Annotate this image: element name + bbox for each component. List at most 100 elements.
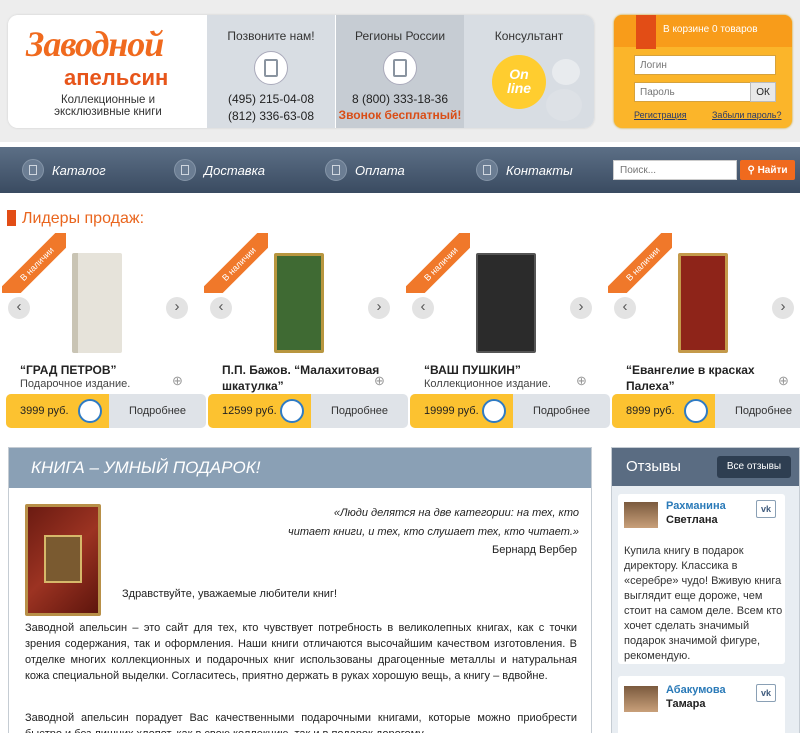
- more-button[interactable]: Подробнее: [513, 394, 610, 428]
- search-button-label: Найти: [757, 164, 788, 176]
- quote: «Люди делятся на две категории: на тех, …: [279, 504, 579, 542]
- add-to-cart-icon[interactable]: [482, 399, 506, 423]
- next-arrow-icon[interactable]: ›: [570, 297, 592, 319]
- main-content: КНИГА – УМНЫЙ ПОДАРОК! «Люди делятся на …: [8, 447, 592, 733]
- add-to-cart-icon[interactable]: [78, 399, 102, 423]
- reviews-title: Отзывы: [626, 458, 681, 475]
- in-stock-badge: В наличии: [204, 233, 268, 293]
- logo-word-2: апельсин: [64, 65, 169, 90]
- more-button[interactable]: Подробнее: [109, 394, 206, 428]
- book-cover[interactable]: [678, 253, 728, 353]
- cart-status[interactable]: В корзине 0 товаров: [663, 24, 758, 35]
- consultant-label: Консультант: [494, 29, 564, 43]
- featured-book-image: [25, 504, 101, 616]
- prev-arrow-icon[interactable]: ‹: [210, 297, 232, 319]
- phone-icon: [383, 51, 417, 85]
- add-to-cart-icon[interactable]: [684, 399, 708, 423]
- free-call-note: Звонок бесплатный!: [338, 108, 462, 122]
- product-title[interactable]: “Евангелие в красках Палеха”: [626, 362, 786, 394]
- phone-icon: [476, 159, 498, 181]
- cart-icon: [636, 15, 656, 49]
- price-bar: 19999 руб. Подробнее: [410, 394, 610, 428]
- zoom-icon[interactable]: ⊕: [172, 373, 186, 388]
- intro-paragraph-2: Заводной апельсин порадует Вас качествен…: [25, 712, 577, 733]
- password-input[interactable]: [634, 82, 752, 102]
- price-bar: 12599 руб. Подробнее: [208, 394, 408, 428]
- product-title[interactable]: “ВАШ ПУШКИН”: [424, 362, 584, 378]
- leaders-title: Лидеры продаж:: [22, 210, 145, 227]
- regions-block: Регионы России 8 (800) 333-18-36 Звонок …: [336, 15, 464, 128]
- consultant-block[interactable]: Консультант On line: [464, 15, 594, 128]
- book-cover[interactable]: [72, 253, 122, 353]
- main-heading: КНИГА – УМНЫЙ ПОДАРОК!: [9, 448, 591, 488]
- product-subtitle: Подарочное издание.: [20, 378, 131, 390]
- logo[interactable]: Заводной апельсин Коллекционные и эксклю…: [8, 15, 208, 128]
- login-ok-button[interactable]: ОК: [750, 82, 776, 102]
- catalog-icon: [22, 159, 44, 181]
- online-text-2: line: [506, 80, 532, 96]
- product-card[interactable]: В наличии ‹ › “ГРАД ПЕТРОВ” Подарочное и…: [2, 233, 206, 429]
- review-card: Абакумова Тамара vk: [618, 676, 785, 733]
- more-button[interactable]: Подробнее: [311, 394, 408, 428]
- chat-bubble-icon: [546, 89, 582, 121]
- vk-icon[interactable]: vk: [756, 684, 776, 702]
- all-reviews-button[interactable]: Все отзывы: [717, 456, 791, 478]
- search-input[interactable]: [613, 160, 737, 180]
- reviewer-first-name[interactable]: Рахманина: [666, 500, 726, 512]
- nav-item-delivery[interactable]: Доставка: [174, 147, 265, 193]
- search-icon: ⚲: [747, 164, 758, 176]
- next-arrow-icon[interactable]: ›: [166, 297, 188, 319]
- price-bar: 8999 руб. Подробнее: [612, 394, 800, 428]
- avatar: [624, 686, 658, 712]
- tagline-line-2: эксклюзивные книги: [54, 106, 162, 118]
- call-label: Позвоните нам!: [227, 29, 315, 43]
- review-text: Купила книгу в подарок директору. Класси…: [624, 545, 783, 662]
- prev-arrow-icon[interactable]: ‹: [614, 297, 636, 319]
- online-chat-icon[interactable]: On line: [492, 55, 546, 109]
- reviews-panel: Отзывы Все отзывы Рахманина Светлана vk …: [611, 447, 800, 733]
- bookmark-icon: [7, 210, 16, 226]
- nav-label: Доставка: [204, 162, 265, 178]
- search-button[interactable]: ⚲ Найти: [740, 160, 795, 180]
- in-stock-badge: В наличии: [608, 233, 672, 293]
- next-arrow-icon[interactable]: ›: [772, 297, 794, 319]
- greeting: Здравствуйте, уважаемые любители книг!: [122, 588, 338, 600]
- product-title[interactable]: П.П. Бажов. “Малахитовая шкатулка”: [222, 362, 382, 394]
- nav-item-contacts[interactable]: Контакты: [476, 147, 573, 193]
- review-card: Рахманина Светлана vk Купила книгу в под…: [618, 494, 785, 664]
- online-text-1: On: [509, 66, 529, 82]
- payment-icon: [325, 159, 347, 181]
- nav-item-payment[interactable]: Оплата: [325, 147, 405, 193]
- product-card[interactable]: В наличии ‹ › “ВАШ ПУШКИН” Коллекционное…: [406, 233, 610, 429]
- reviewer-first-name[interactable]: Абакумова: [666, 684, 726, 696]
- phone-free[interactable]: 8 (800) 333-18-36: [336, 91, 464, 108]
- product-card[interactable]: В наличии ‹ › “Евангелие в красках Палех…: [608, 233, 800, 429]
- login-input[interactable]: [634, 55, 776, 75]
- next-arrow-icon[interactable]: ›: [368, 297, 390, 319]
- nav-label: Каталог: [52, 162, 106, 178]
- product-card[interactable]: В наличии ‹ › П.П. Бажов. “Малахитовая ш…: [204, 233, 408, 429]
- book-cover[interactable]: [476, 253, 536, 353]
- add-to-cart-icon[interactable]: [280, 399, 304, 423]
- product-title[interactable]: “ГРАД ПЕТРОВ”: [20, 362, 180, 378]
- phone-moscow[interactable]: (495) 215-04-08: [207, 91, 335, 108]
- product-subtitle: Коллекционное издание.: [424, 378, 551, 390]
- chat-bubble-icon: [552, 59, 580, 85]
- regions-label: Регионы России: [354, 29, 446, 43]
- forgot-password-link[interactable]: Забыли пароль?: [712, 110, 781, 120]
- zoom-icon[interactable]: ⊕: [576, 373, 590, 388]
- register-link[interactable]: Регистрация: [634, 110, 687, 120]
- more-button[interactable]: Подробнее: [715, 394, 800, 428]
- book-cover[interactable]: [274, 253, 324, 353]
- quote-line-1: «Люди делятся на две категории: на тех, …: [333, 507, 579, 519]
- intro-paragraph: Заводной апельсин – это сайт для тех, кт…: [25, 622, 577, 682]
- vk-icon[interactable]: vk: [756, 500, 776, 518]
- prev-arrow-icon[interactable]: ‹: [8, 297, 30, 319]
- nav-item-catalog[interactable]: Каталог: [22, 147, 106, 193]
- zoom-icon[interactable]: ⊕: [778, 373, 792, 388]
- zoom-icon[interactable]: ⊕: [374, 373, 388, 388]
- quote-line-2: читает книги, и тех, кто слушает тех, кт…: [288, 526, 579, 538]
- phone-spb[interactable]: (812) 336-63-08: [207, 108, 335, 125]
- quote-author: Бернард Вербер: [492, 544, 577, 556]
- prev-arrow-icon[interactable]: ‹: [412, 297, 434, 319]
